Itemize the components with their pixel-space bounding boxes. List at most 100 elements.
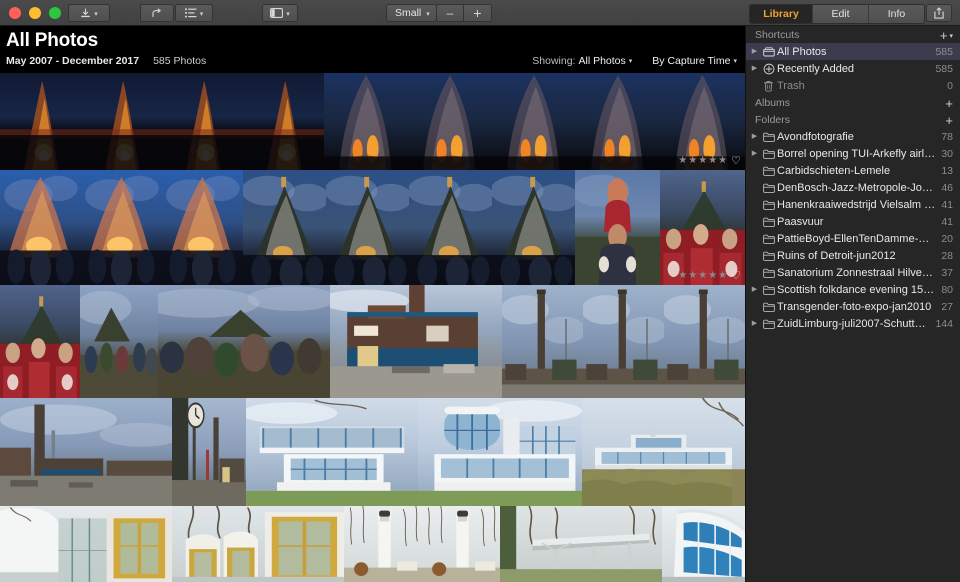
photo-thumbnail[interactable] — [662, 505, 745, 582]
rotate-icon — [151, 8, 164, 19]
sidebar-item-trash[interactable]: Trash 0 — [746, 77, 960, 94]
favorite-heart-icon[interactable]: ♡ — [731, 270, 741, 282]
photo-grid[interactable]: ★★★★★ ♡ ★★★★★ ♡ — [0, 72, 745, 582]
minimize-window-button[interactable] — [29, 6, 41, 19]
photo-thumbnail-image — [81, 72, 162, 170]
star-rating-icon[interactable]: ★★★★★ — [678, 271, 728, 281]
library-sidebar[interactable]: Shortcuts + ▾ ▶ All Photos 585 ▶ Recently Added… — [745, 26, 960, 582]
photo-thumbnail[interactable] — [0, 397, 172, 506]
photo-thumbnail[interactable] — [80, 284, 158, 398]
zoom-out-button[interactable]: – — [436, 4, 464, 22]
sidebar-item-carbidschieten-lemele[interactable]: Carbidschieten-Lemele 13 — [746, 162, 960, 179]
sidebar-item-label: Ruins of Detroit-jun2012 — [777, 249, 896, 262]
thumbnail-size-select[interactable]: Small ▾ — [386, 4, 437, 22]
import-button[interactable]: ▾ — [68, 4, 110, 22]
photo-thumbnail[interactable] — [492, 169, 575, 285]
sidebar-item-recently-added[interactable]: ▶ Recently Added 585 — [746, 60, 960, 77]
sidebar-item-borrel-opening-tui-arkefly-airlin[interactable]: ▶ Borrel opening TUI-Arkefly airlin… 30 — [746, 145, 960, 162]
photo-thumbnail[interactable] — [243, 72, 324, 170]
photo-thumbnail[interactable] — [344, 505, 422, 582]
photo-thumbnail[interactable] — [492, 72, 576, 170]
app-body: All Photos May 2007 - December 2017 585 … — [0, 26, 960, 582]
sidebar-item-sanatorium-zonnestraal-hilversum[interactable]: Sanatorium Zonnestraal Hilversum 37 — [746, 264, 960, 281]
traffic-light-buttons[interactable] — [0, 6, 61, 19]
photo-thumbnail[interactable] — [0, 169, 81, 285]
zoom-window-button[interactable] — [49, 6, 61, 19]
sidebar-item-label: All Photos — [777, 45, 827, 58]
tab-edit[interactable]: Edit — [812, 5, 868, 23]
sidebar-item-transgender-foto-expo-jan2010[interactable]: Transgender-foto-expo-jan2010 27 — [746, 298, 960, 315]
sidebar-item-denbosch-jazz-metropole-john[interactable]: DenBosch-Jazz-Metropole-John… 46 — [746, 179, 960, 196]
view-options-button[interactable]: ▾ — [175, 4, 213, 22]
favorite-heart-icon[interactable]: ♡ — [731, 155, 741, 167]
photo-thumbnail[interactable] — [500, 505, 662, 582]
photo-thumbnail[interactable] — [0, 505, 172, 582]
photo-thumbnail[interactable] — [246, 397, 418, 506]
photo-thumbnail[interactable] — [409, 169, 492, 285]
disclosure-triangle-icon[interactable]: ▶ — [749, 286, 760, 293]
disclosure-triangle-icon[interactable]: ▶ — [749, 48, 760, 55]
photo-thumbnail[interactable] — [326, 169, 409, 285]
sidebar-item-count: 78 — [941, 130, 953, 143]
photo-thumbnail[interactable] — [575, 169, 660, 285]
photo-thumbnail[interactable] — [324, 72, 408, 170]
photo-thumbnail[interactable] — [172, 505, 344, 582]
rotate-button[interactable] — [140, 4, 174, 22]
photo-thumbnail[interactable] — [81, 169, 162, 285]
photo-thumbnail[interactable] — [330, 284, 502, 398]
disclosure-triangle-icon[interactable]: ▶ — [749, 150, 760, 157]
sidebar-item-avondfotografie[interactable]: ▶ Avondfotografie 78 — [746, 128, 960, 145]
add-albums-button[interactable]: + — [945, 97, 953, 110]
sidebar-item-scottish-folkdance-evening-15de[interactable]: ▶ Scottish folkdance evening 15de… 80 — [746, 281, 960, 298]
photo-thumbnail[interactable] — [408, 72, 492, 170]
photo-thumbnail[interactable] — [81, 72, 162, 170]
photo-thumbnail-image — [0, 169, 81, 285]
add-folders-button[interactable]: + — [945, 114, 953, 127]
folder-icon — [760, 268, 777, 278]
star-rating-icon[interactable]: ★★★★★ — [678, 156, 728, 166]
photo-thumbnail[interactable] — [422, 505, 500, 582]
sidebar-item-count: 37 — [941, 266, 953, 279]
photo-thumbnail[interactable] — [0, 284, 80, 398]
sidebar-item-ruins-of-detroit-jun2012[interactable]: Ruins of Detroit-jun2012 28 — [746, 247, 960, 264]
mode-segmented-control[interactable]: Library Edit Info — [749, 4, 925, 24]
tab-library[interactable]: Library — [750, 5, 812, 23]
disclosure-triangle-icon[interactable]: ▶ — [749, 133, 760, 140]
photo-thumbnail[interactable] — [243, 169, 326, 285]
photo-thumbnail-image — [583, 284, 664, 398]
photo-thumbnail[interactable] — [162, 72, 243, 170]
sidebar-item-count: 0 — [947, 79, 953, 92]
photo-thumbnail[interactable] — [502, 284, 583, 398]
photo-thumbnail[interactable] — [583, 284, 664, 398]
sort-order-filter[interactable]: By Capture Time ▾ — [652, 55, 737, 67]
photo-thumbnail[interactable] — [162, 169, 243, 285]
sidebar-item-paasvuur[interactable]: Paasvuur 41 — [746, 213, 960, 230]
photo-thumbnail[interactable] — [172, 397, 246, 506]
tab-info[interactable]: Info — [868, 5, 924, 23]
photo-thumbnail[interactable] — [576, 72, 660, 170]
sidebar-item-hanenkraaiwedstrijd-vielsalm-20[interactable]: Hanenkraaiwedstrijd Vielsalm 20… 41 — [746, 196, 960, 213]
photo-thumbnail[interactable]: ★★★★★ ♡ — [660, 169, 745, 285]
sidebar-section-title: Shortcuts — [755, 29, 800, 41]
showing-filter[interactable]: Showing: All Photos ▾ — [532, 55, 632, 67]
sidebar-item-pattieboyd-ellentendamme-vip[interactable]: PattieBoyd-EllenTenDamme-VIP'… 20 — [746, 230, 960, 247]
disclosure-triangle-icon[interactable]: ▶ — [749, 320, 760, 327]
photo-thumbnail[interactable] — [582, 397, 745, 506]
share-button[interactable] — [926, 4, 952, 22]
sidebar-item-zuidlimburg-juli2007-schutter[interactable]: ▶ ZuidLimburg-juli2007-Schutter… 144 — [746, 315, 960, 332]
photo-thumbnail[interactable] — [158, 284, 330, 398]
photo-thumbnail[interactable]: ★★★★★ ♡ — [660, 72, 745, 170]
photo-rating-overlay[interactable]: ★★★★★ ♡ — [678, 270, 741, 282]
photo-thumbnail[interactable] — [0, 72, 81, 170]
add-shortcuts-button[interactable]: + ▾ — [940, 29, 953, 42]
sidebar-toggle-button[interactable]: ▾ — [262, 4, 298, 22]
disclosure-triangle-icon[interactable]: ▶ — [749, 65, 760, 72]
photo-thumbnail-image — [80, 284, 158, 398]
photo-thumbnail[interactable] — [664, 284, 745, 398]
close-window-button[interactable] — [9, 6, 21, 19]
photo-thumbnail[interactable] — [418, 397, 582, 506]
sidebar-item-all-photos[interactable]: ▶ All Photos 585 — [746, 43, 960, 60]
zoom-in-button[interactable]: + — [464, 4, 492, 22]
sidebar-item-count: 585 — [935, 62, 953, 75]
photo-rating-overlay[interactable]: ★★★★★ ♡ — [678, 155, 741, 167]
